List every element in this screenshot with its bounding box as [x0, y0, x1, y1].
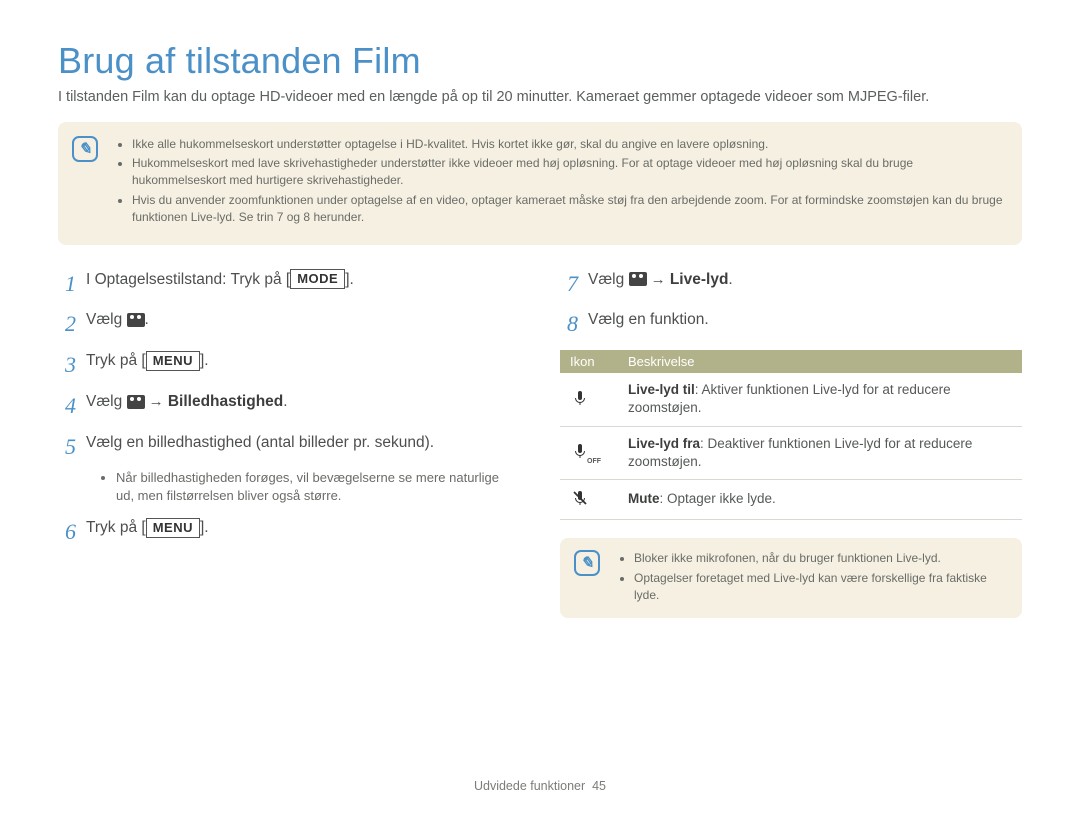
step-text-part: .	[283, 393, 287, 410]
left-column: 1 I Optagelsestilstand: Tryk på [MODE]. …	[58, 269, 520, 619]
step-text-part: Vælg	[588, 271, 629, 288]
step-bold: Billedhastighed	[168, 393, 283, 410]
step-number: 6	[58, 517, 76, 548]
step-text-part: Tryk på [	[86, 352, 146, 369]
cell-icon: OFF	[560, 426, 618, 479]
cell-icon	[560, 373, 618, 426]
step-text: Vælg → Live-lyd.	[588, 269, 733, 291]
mic-mute-icon	[570, 488, 590, 508]
footer-page-number: 45	[592, 779, 606, 793]
step-text: Vælg → Billedhastighed.	[86, 391, 288, 413]
cell-desc: Live-lyd fra: Deaktiver funktionen Live-…	[618, 426, 1022, 479]
cell-rest: : Optager ikke lyde.	[660, 491, 776, 506]
manual-page: Brug af tilstanden Film I tilstanden Fil…	[0, 0, 1080, 815]
step-5: 5 Vælg en billedhastighed (antal billede…	[58, 432, 520, 463]
lead-paragraph: I tilstanden Film kan du optage HD-video…	[58, 88, 1022, 108]
note-icon: ✎	[574, 550, 600, 576]
step-number: 3	[58, 350, 76, 381]
step-1: 1 I Optagelsestilstand: Tryk på [MODE].	[58, 269, 520, 300]
top-note-list: Ikke alle hukommelseskort understøtter o…	[112, 136, 1006, 229]
footer-section: Udvidede funktioner	[474, 779, 585, 793]
film-icon	[127, 395, 145, 409]
step-text: Tryk på [MENU].	[86, 350, 209, 372]
step-number: 7	[560, 269, 578, 300]
off-label: OFF	[587, 458, 601, 465]
step-number: 8	[560, 309, 578, 340]
table-row: Live-lyd til: Aktiver funktionen Live-ly…	[560, 373, 1022, 426]
step-text-part: Vælg	[86, 393, 127, 410]
cell-desc: Live-lyd til: Aktiver funktionen Live-ly…	[618, 373, 1022, 426]
cell-icon	[560, 479, 618, 519]
step-number: 2	[58, 309, 76, 340]
mode-key: MODE	[290, 269, 345, 289]
step-5-sub: Når billedhastigheden forøges, vil bevæg…	[58, 469, 520, 505]
substep-bullet: Når billedhastigheden forøges, vil bevæg…	[116, 469, 520, 505]
top-note-item: Hvis du anvender zoomfunktionen under op…	[132, 192, 1006, 227]
icon-description-table: Ikon Beskrivelse Live-lyd til: Aktiver f…	[560, 350, 1022, 520]
table-row: OFF Live-lyd fra: Deaktiver funktionen L…	[560, 426, 1022, 479]
step-text-part: .	[145, 311, 149, 328]
cell-bold: Mute	[628, 491, 660, 506]
top-note-box: ✎ Ikke alle hukommelseskort understøtter…	[58, 122, 1022, 245]
page-title: Brug af tilstanden Film	[58, 40, 1022, 82]
step-6: 6 Tryk på [MENU].	[58, 517, 520, 548]
step-text-part: I Optagelsestilstand: Tryk på [	[86, 271, 290, 288]
step-text-part: .	[728, 271, 732, 288]
columns: 1 I Optagelsestilstand: Tryk på [MODE]. …	[58, 269, 1022, 619]
step-text-part: ].	[200, 352, 209, 369]
cell-desc: Mute: Optager ikke lyde.	[618, 479, 1022, 519]
table-head-icon: Ikon	[560, 350, 618, 373]
step-text-part: ].	[345, 271, 354, 288]
cell-bold: Live-lyd fra	[628, 436, 700, 451]
step-2: 2 Vælg .	[58, 309, 520, 340]
step-text-part: Vælg	[86, 311, 127, 328]
bottom-note-list: Bloker ikke mikrofonen, når du bruger fu…	[614, 550, 1008, 606]
step-number: 4	[58, 391, 76, 422]
mic-on-icon	[570, 388, 590, 408]
step-number: 5	[58, 432, 76, 463]
table-row: Mute: Optager ikke lyde.	[560, 479, 1022, 519]
step-number: 1	[58, 269, 76, 300]
step-4: 4 Vælg → Billedhastighed.	[58, 391, 520, 422]
page-footer: Udvidede funktioner 45	[0, 779, 1080, 793]
film-icon	[127, 313, 145, 327]
step-bold: Live-lyd	[670, 271, 729, 288]
step-text: Vælg en funktion.	[588, 309, 709, 331]
step-text-part: Tryk på [	[86, 519, 146, 536]
menu-key: MENU	[146, 351, 200, 371]
bottom-note-box: ✎ Bloker ikke mikrofonen, når du bruger …	[560, 538, 1022, 618]
menu-key: MENU	[146, 518, 200, 538]
step-text: Vælg en billedhastighed (antal billeder …	[86, 432, 434, 454]
top-note-item: Ikke alle hukommelseskort understøtter o…	[132, 136, 1006, 153]
step-7: 7 Vælg → Live-lyd.	[560, 269, 1022, 300]
table-head-desc: Beskrivelse	[618, 350, 1022, 373]
bottom-note-item: Optagelser foretaget med Live-lyd kan væ…	[634, 570, 1008, 605]
step-8: 8 Vælg en funktion.	[560, 309, 1022, 340]
cell-bold: Live-lyd til	[628, 382, 695, 397]
step-text: I Optagelsestilstand: Tryk på [MODE].	[86, 269, 354, 291]
arrow: →	[647, 271, 670, 288]
bottom-note-item: Bloker ikke mikrofonen, når du bruger fu…	[634, 550, 1008, 567]
step-3: 3 Tryk på [MENU].	[58, 350, 520, 381]
step-text-part: ].	[200, 519, 209, 536]
note-icon: ✎	[72, 136, 98, 162]
right-column: 7 Vælg → Live-lyd. 8 Vælg en funktion. I…	[560, 269, 1022, 619]
top-note-item: Hukommelseskort med lave skrivehastighed…	[132, 155, 1006, 190]
film-icon	[629, 272, 647, 286]
arrow: →	[145, 393, 168, 410]
step-text: Vælg .	[86, 309, 149, 331]
step-text: Tryk på [MENU].	[86, 517, 209, 539]
